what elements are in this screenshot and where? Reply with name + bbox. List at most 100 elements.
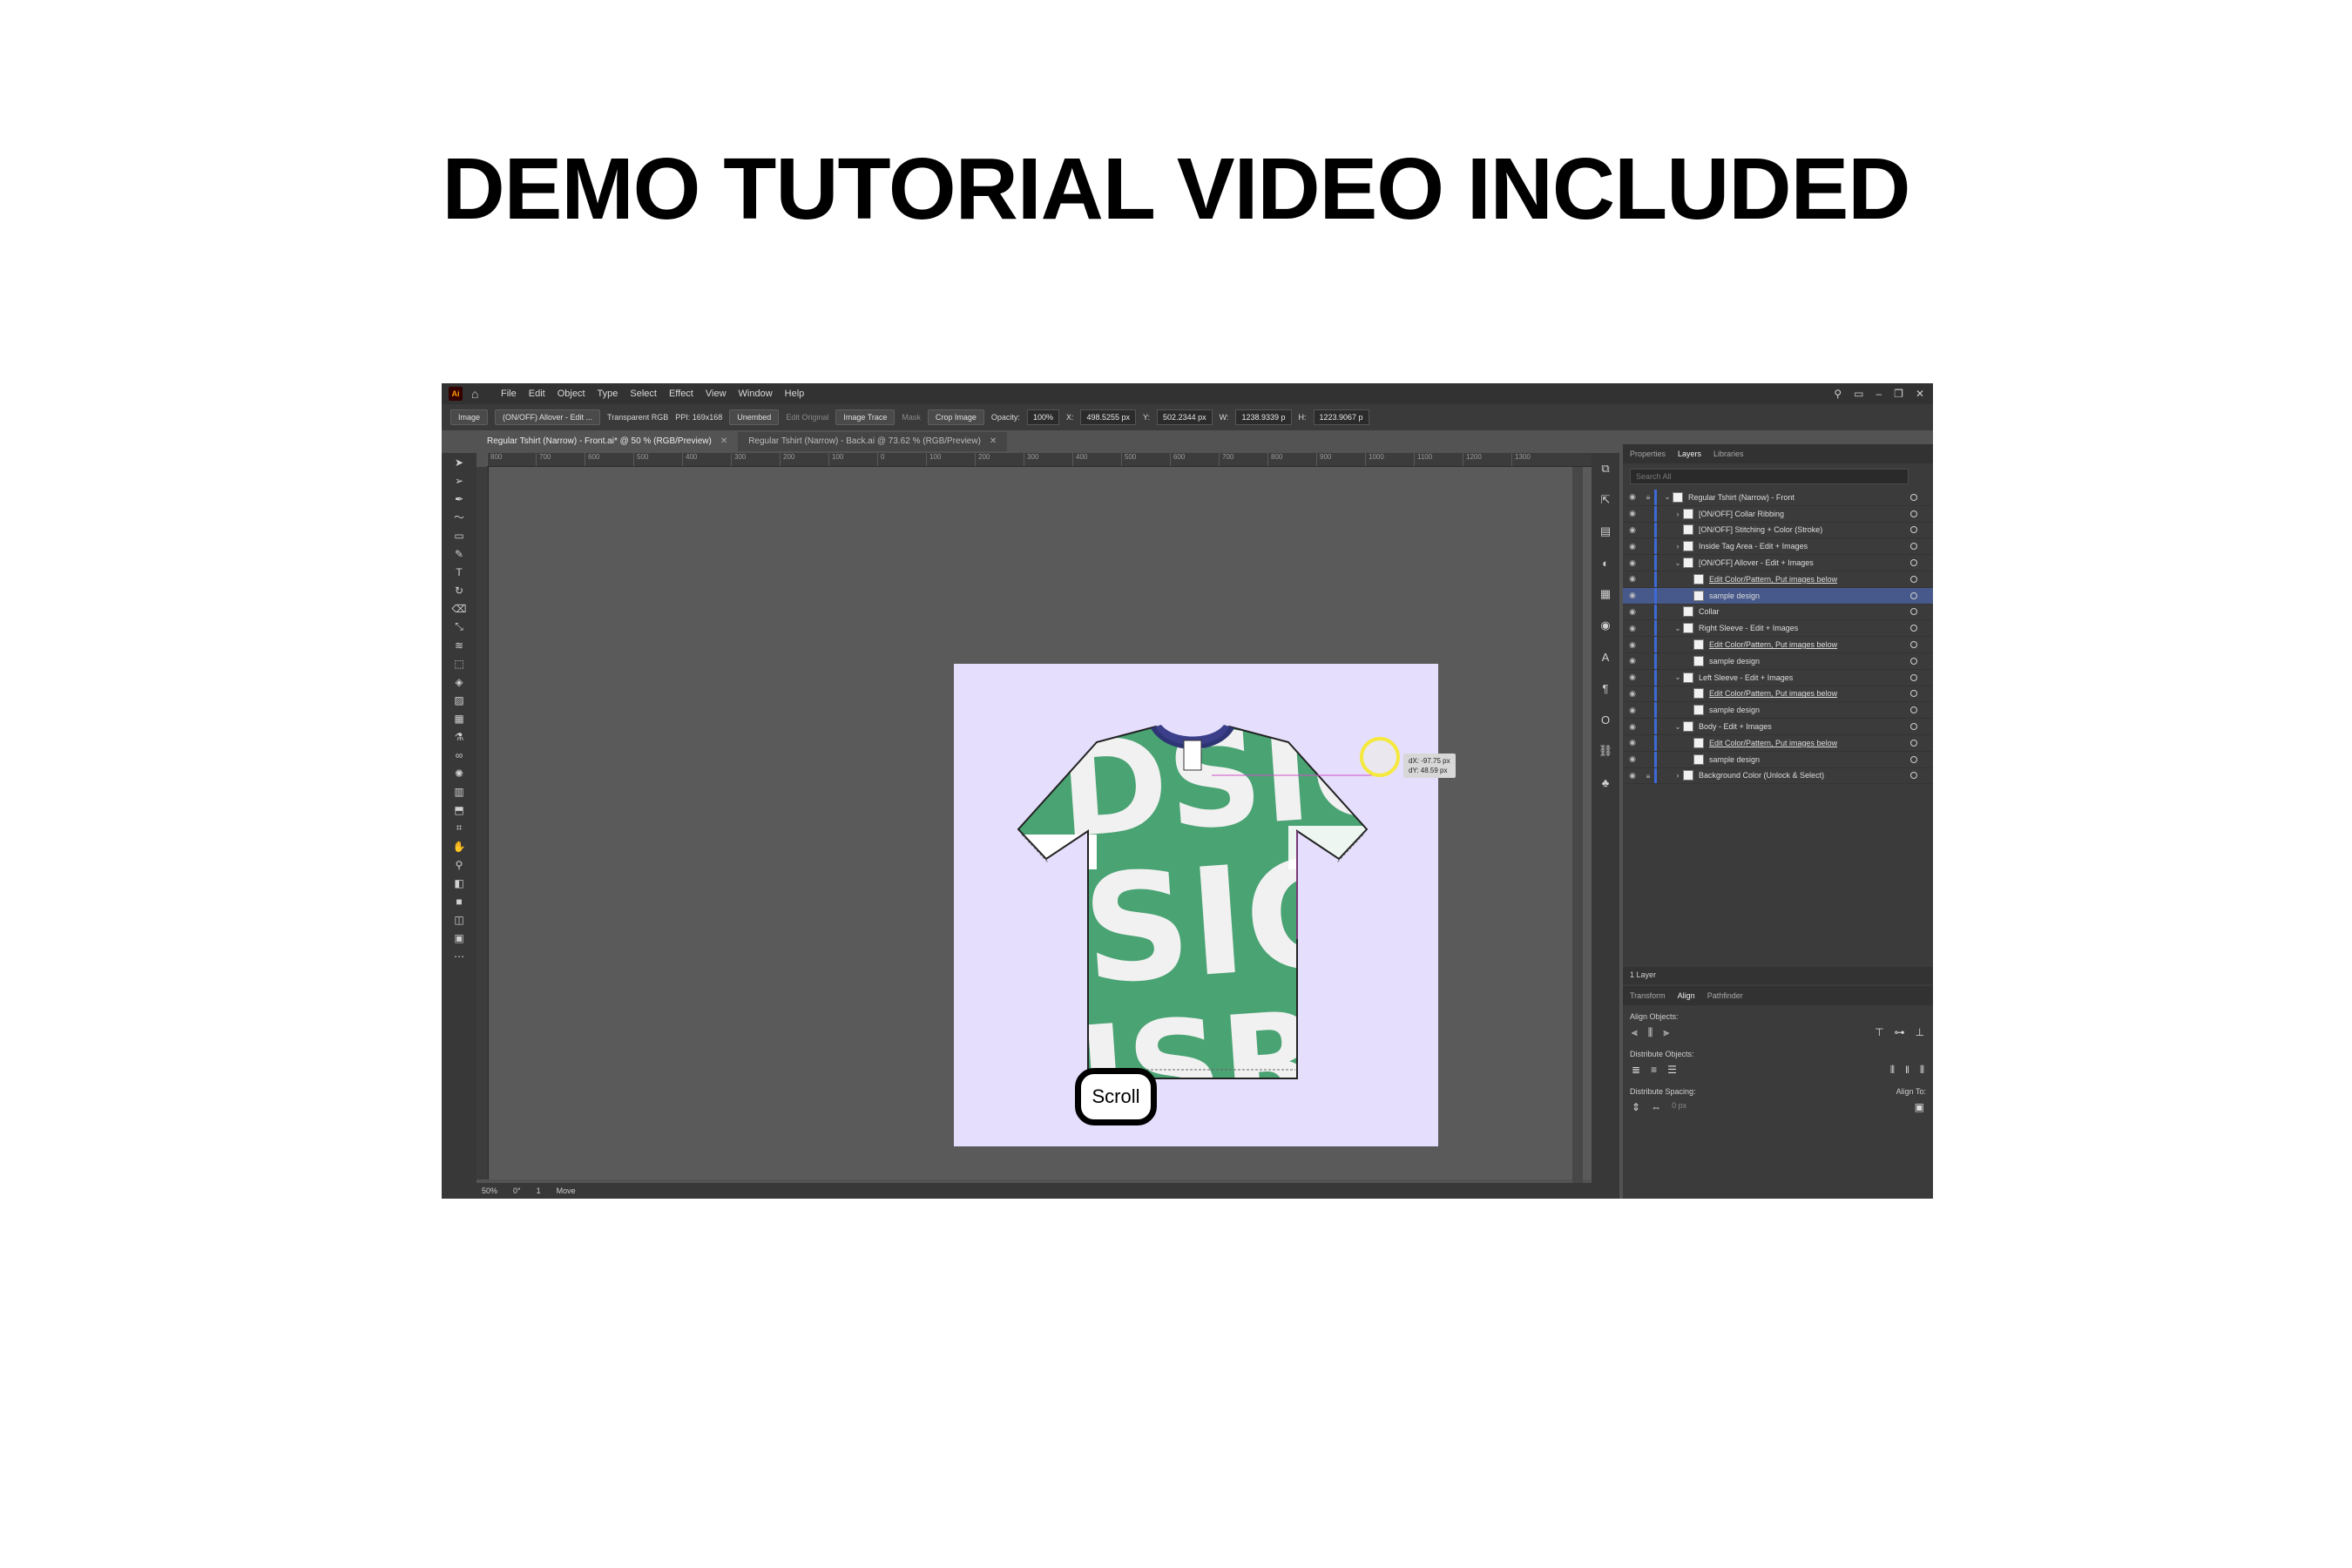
align-vcenter-icon[interactable]: ⊶ (1895, 1026, 1905, 1039)
vertical-scrollbar[interactable] (1572, 467, 1583, 1183)
slice-icon[interactable]: ⌗ (442, 819, 476, 837)
chevron-icon[interactable]: ⌄ (1673, 558, 1683, 568)
search-icon[interactable]: ⚲ (1834, 388, 1842, 400)
home-icon[interactable]: ⌂ (471, 388, 483, 400)
artboard[interactable]: DSIG SIG ISRI dX: -97.75 px dY: 48.59 px (954, 664, 1456, 1146)
opentype-icon[interactable]: O (1592, 704, 1619, 735)
chevron-icon[interactable]: ⌄ (1673, 672, 1683, 682)
layer-row[interactable]: ◉ Edit Color/Pattern, Put images below (1623, 734, 1933, 752)
target-icon[interactable] (1910, 755, 1917, 763)
target-icon[interactable] (1910, 608, 1917, 616)
fill-stroke-icon[interactable]: ◧ (442, 874, 476, 892)
distribute-hcenter-icon[interactable]: ‖ (1905, 1064, 1909, 1077)
layers-search-input[interactable]: Search All (1630, 469, 1909, 484)
edit-original-button[interactable]: Edit Original (786, 413, 828, 422)
layer-row[interactable]: ◉ ⌄ Body - Edit + Images (1623, 719, 1933, 735)
mask-button[interactable]: Mask (902, 413, 921, 422)
libraries-icon[interactable]: ▤ (1592, 516, 1619, 547)
linked-file[interactable]: (ON/OFF) Allover - Edit ... (495, 409, 601, 425)
visibility-eye-icon[interactable]: ◉ (1623, 706, 1642, 715)
selection-icon[interactable]: ➤ (442, 453, 476, 471)
w-field[interactable]: 1238.9339 p (1235, 409, 1292, 425)
character-icon[interactable]: A (1592, 641, 1619, 672)
visibility-eye-icon[interactable]: ◉ (1623, 738, 1642, 747)
tab-properties[interactable]: Properties (1630, 449, 1666, 458)
layer-row[interactable]: ◉ › Inside Tag Area - Edit + Images (1623, 538, 1933, 556)
x-field[interactable]: 498.5255 px (1080, 409, 1137, 425)
eraser-icon[interactable]: ⌫ (442, 599, 476, 618)
visibility-eye-icon[interactable]: ◉ (1623, 656, 1642, 666)
mesh-icon[interactable]: ▦ (442, 709, 476, 727)
tab-transform[interactable]: Transform (1630, 991, 1666, 1000)
target-icon[interactable] (1910, 641, 1917, 649)
visibility-eye-icon[interactable]: ◉ (1623, 624, 1642, 633)
distribute-bottom-icon[interactable]: ☰ (1667, 1064, 1677, 1077)
target-icon[interactable] (1910, 559, 1917, 567)
menu-item-edit[interactable]: Edit (529, 389, 545, 399)
target-icon[interactable] (1910, 493, 1917, 501)
visibility-eye-icon[interactable]: ◉ (1623, 771, 1642, 781)
restore-icon[interactable]: ❐ (1894, 388, 1903, 400)
close-icon[interactable]: ✕ (1916, 388, 1924, 400)
hand-icon[interactable]: ✋ (442, 837, 476, 855)
lock-icon[interactable]: 🔒︎ (1642, 771, 1654, 781)
chevron-icon[interactable]: ⌄ (1673, 722, 1683, 732)
chevron-icon[interactable]: › (1673, 542, 1683, 551)
chevron-icon[interactable]: ⌄ (1662, 492, 1673, 502)
layer-row[interactable]: ◉ Edit Color/Pattern, Put images below (1623, 571, 1933, 588)
layer-row[interactable]: ◉ ⌄ [ON/OFF] Allover - Edit + Images (1623, 555, 1933, 571)
target-icon[interactable] (1910, 723, 1917, 731)
rotate-icon[interactable]: ↻ (442, 581, 476, 599)
export-icon[interactable]: ⇱ (1592, 484, 1619, 516)
paragraph-icon[interactable]: ¶ (1592, 672, 1619, 704)
symbol-sprayer-icon[interactable]: ✺ (442, 764, 476, 782)
artboard-number[interactable]: 1 (537, 1186, 541, 1195)
menu-item-window[interactable]: Window (739, 389, 773, 399)
visibility-eye-icon[interactable]: ◉ (1623, 509, 1642, 518)
chevron-icon[interactable]: › (1673, 771, 1683, 780)
layer-row[interactable]: ◉ Collar (1623, 604, 1933, 621)
layer-row[interactable]: ◉ sample design (1623, 702, 1933, 720)
close-tab-icon[interactable]: ✕ (720, 436, 727, 446)
target-icon[interactable] (1910, 739, 1917, 747)
tab-pathfinder[interactable]: Pathfinder (1707, 991, 1743, 1000)
visibility-eye-icon[interactable]: ◉ (1623, 640, 1642, 650)
menu-item-file[interactable]: File (501, 389, 517, 399)
layer-row[interactable]: ◉ Edit Color/Pattern, Put images below (1623, 686, 1933, 703)
target-icon[interactable] (1910, 690, 1917, 698)
opacity-field[interactable]: 100% (1026, 409, 1059, 425)
layer-row[interactable]: ◉ sample design (1623, 587, 1933, 605)
menu-item-type[interactable]: Type (598, 389, 618, 399)
layer-row[interactable]: ◉ › [ON/OFF] Collar Ribbing (1623, 505, 1933, 523)
edit-toolbar-icon[interactable]: ⋯ (442, 947, 476, 965)
layer-row[interactable]: ◉ sample design (1623, 751, 1933, 768)
visibility-eye-icon[interactable]: ◉ (1623, 558, 1642, 568)
graph-icon[interactable]: ▥ (442, 782, 476, 801)
target-icon[interactable] (1910, 706, 1917, 714)
target-icon[interactable] (1910, 510, 1917, 517)
align-hcenter-icon[interactable]: ⫼ (1648, 1026, 1653, 1039)
visibility-eye-icon[interactable]: ◉ (1623, 492, 1642, 502)
layer-row[interactable]: ◉ ⌄ Right Sleeve - Edit + Images (1623, 620, 1933, 638)
free-transform-icon[interactable]: ⬚ (442, 654, 476, 672)
layer-row[interactable]: ◉ sample design (1623, 652, 1933, 670)
align-bottom-icon[interactable]: ⊥ (1916, 1026, 1924, 1039)
curvature-icon[interactable]: 〜 (442, 508, 476, 526)
type-icon[interactable]: T (442, 563, 476, 581)
pen-icon[interactable]: ✒ (442, 490, 476, 508)
h-field[interactable]: 1223.9067 p (1313, 409, 1369, 425)
gradient-icon[interactable]: ▨ (442, 691, 476, 709)
tab-layers[interactable]: Layers (1678, 449, 1701, 458)
layer-row[interactable]: ◉ [ON/OFF] Stitching + Color (Stroke) (1623, 522, 1933, 539)
target-icon[interactable] (1910, 591, 1917, 599)
scale-icon[interactable]: ⤡ (442, 618, 476, 636)
properties-icon[interactable]: ⧉ (1592, 453, 1619, 484)
layer-row[interactable]: ◉ ⌄ Left Sleeve - Edit + Images (1623, 669, 1933, 686)
tab-align[interactable]: Align (1678, 991, 1695, 1000)
tab-libraries[interactable]: Libraries (1713, 449, 1744, 458)
target-icon[interactable] (1910, 657, 1917, 665)
color-mode-icon[interactable]: ■ (442, 892, 476, 910)
visibility-eye-icon[interactable]: ◉ (1623, 591, 1642, 600)
canvas[interactable]: DSIG SIG ISRI dX: -97.75 px dY: 48.59 px (489, 467, 1612, 1179)
distribute-left-icon[interactable]: ⦀ (1890, 1064, 1895, 1077)
